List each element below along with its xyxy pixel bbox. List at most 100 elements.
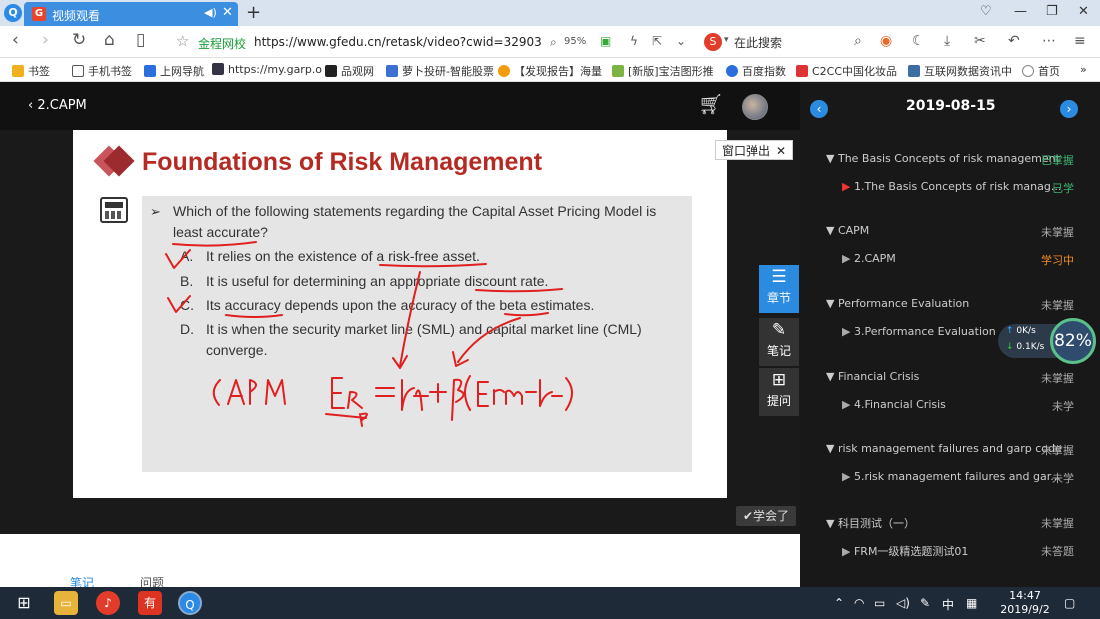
app-icon[interactable]: 有: [138, 591, 162, 615]
tab-close-icon[interactable]: ✕: [222, 5, 233, 20]
bookmark-item[interactable]: 首页: [1022, 63, 1060, 79]
browser-taskbar-icon[interactable]: Q: [178, 591, 202, 615]
avatar[interactable]: [742, 94, 768, 120]
minimize-icon[interactable]: —: [1014, 4, 1027, 19]
cart-icon[interactable]: 🛒︎: [698, 92, 723, 116]
site-identity: 金程网校: [198, 37, 247, 51]
zoom-icon[interactable]: ⌕: [550, 35, 557, 50]
browser-logo-icon[interactable]: Q: [4, 4, 22, 22]
browser-tab[interactable]: G 视频观看 ◀) ✕: [24, 2, 238, 26]
lesson-status: 未学: [1052, 400, 1074, 413]
netease-music-icon[interactable]: ♪: [96, 591, 120, 615]
back-link[interactable]: ‹ 2.CAPM: [28, 98, 87, 113]
chapter-status: 已掌握: [1041, 154, 1074, 167]
home-icon[interactable]: ⌂: [104, 30, 115, 50]
check-icon: ✔: [742, 509, 754, 523]
next-date-icon[interactable]: ›: [1060, 100, 1078, 118]
share-icon[interactable]: ⇱: [652, 34, 662, 48]
chapter-title[interactable]: ▼ 科目测试（一）: [826, 515, 915, 531]
keyboard-icon[interactable]: ▦: [966, 596, 977, 610]
bookmark-item[interactable]: 萝卜投研-智能股票: [386, 63, 494, 79]
zoom-level[interactable]: 95%: [564, 36, 586, 47]
chapter-title[interactable]: ▼ The Basis Concepts of risk management: [826, 152, 1060, 165]
flash-icon[interactable]: ϟ: [630, 34, 638, 48]
bookmark-item[interactable]: 上网导航: [144, 63, 204, 79]
bookmark-item[interactable]: 百度指数: [726, 63, 786, 79]
play-icon: ▶: [842, 252, 854, 265]
download-icon[interactable]: ⤓: [944, 33, 950, 49]
tool-ask[interactable]: ⊞ 提问: [759, 368, 799, 416]
bookmark-item[interactable]: 品观网: [325, 63, 374, 79]
more-icon[interactable]: ⋯: [1042, 33, 1056, 49]
menu-icon[interactable]: ≡: [1074, 33, 1086, 49]
reader-icon[interactable]: ▣: [600, 34, 611, 48]
bookmark-item[interactable]: 手机书签: [72, 63, 132, 79]
caret-down-icon: ▼: [826, 152, 838, 165]
star-icon: [12, 65, 24, 77]
undo-icon[interactable]: ↶: [1008, 33, 1020, 49]
clock[interactable]: 14:47 2019/9/2: [1000, 589, 1050, 617]
close-icon[interactable]: ✕: [776, 141, 786, 161]
reading-mode-icon[interactable]: ▯: [136, 30, 145, 50]
phone-icon: [72, 65, 84, 77]
chevron-left-icon: ‹: [28, 98, 38, 113]
bookmark-item[interactable]: 互联网数据资讯中: [908, 63, 1012, 79]
bookmark-item[interactable]: [新版]宝洁图形推: [612, 63, 714, 79]
ime-indicator[interactable]: 中: [942, 596, 954, 613]
night-mode-icon[interactable]: ☾: [912, 33, 925, 49]
tray-chevron-up-icon[interactable]: ⌃: [834, 596, 844, 610]
prev-date-icon[interactable]: ‹: [810, 100, 828, 118]
lesson-item[interactable]: ▶ 1.The Basis Concepts of risk manag...: [842, 180, 1061, 193]
reload-icon[interactable]: ↻: [72, 30, 86, 50]
lesson-item[interactable]: ▶ 2.CAPM: [842, 252, 896, 265]
pen-icon[interactable]: ✎: [920, 596, 930, 610]
chapter-title[interactable]: ▼ Financial Crisis: [826, 370, 919, 383]
question-text: Which of the following statements regard…: [173, 203, 657, 240]
url-text[interactable]: https://www.gfedu.cn/retask/video?cwid=3…: [254, 35, 542, 49]
tool-notes[interactable]: ✎ 笔记: [759, 318, 799, 366]
globe-icon: [1022, 65, 1034, 77]
bookmark-item[interactable]: 【发现报告】海量: [498, 63, 602, 79]
bookmark-item[interactable]: https://my.garp.o: [212, 63, 322, 76]
wifi-icon[interactable]: ◠: [854, 596, 864, 610]
search-engine-dropdown-icon[interactable]: ▾: [724, 35, 729, 45]
forward-icon[interactable]: ›: [42, 30, 49, 50]
lesson-item[interactable]: ▶ 3.Performance Evaluation: [842, 325, 996, 338]
learned-button[interactable]: ✔学会了: [736, 506, 796, 526]
chapter-title[interactable]: ▼ Performance Evaluation: [826, 297, 969, 310]
chevron-down-icon[interactable]: ⌄: [676, 34, 686, 48]
bookmark-item[interactable]: C2CC中国化妆品: [796, 63, 897, 79]
bookmark-item[interactable]: 书签: [12, 63, 50, 79]
new-tab-button[interactable]: +: [246, 2, 261, 23]
more-bookmarks-icon[interactable]: »: [1080, 63, 1087, 76]
popup-window-button[interactable]: 窗口弹出 ✕: [715, 140, 793, 160]
battery-icon[interactable]: ▭: [874, 596, 885, 610]
network-speed-widget[interactable]: ↑ 0K/s ↓ 0.1K/s 82%: [998, 318, 1098, 364]
back-icon[interactable]: ‹: [12, 30, 19, 50]
restore-icon[interactable]: ❐: [1046, 4, 1058, 19]
lesson-item[interactable]: ▶ FRM一级精选题测试01: [842, 543, 968, 559]
scissors-icon[interactable]: ✂: [974, 33, 986, 49]
search-engine-icon[interactable]: S: [704, 33, 722, 51]
site-icon: [498, 65, 510, 77]
lesson-item[interactable]: ▶ 5.risk management failures and gar...: [842, 470, 1061, 483]
chapter-title[interactable]: ▼ risk management failures and garp code: [826, 442, 1062, 455]
lesson-item[interactable]: ▶ 4.Financial Crisis: [842, 398, 946, 411]
tool-chapters[interactable]: ☰ 章节: [759, 265, 799, 313]
search-placeholder[interactable]: 在此搜索: [734, 34, 782, 51]
chapter-status: 未掌握: [1041, 226, 1074, 239]
search-icon[interactable]: ⌕: [854, 33, 862, 49]
url-field[interactable]: ☆ 金程网校 https://www.gfedu.cn/retask/video…: [172, 30, 542, 54]
close-window-icon[interactable]: ✕: [1078, 4, 1089, 19]
windows-start-icon[interactable]: ⊞: [12, 591, 36, 615]
shirt-skin-icon[interactable]: ♡: [980, 4, 992, 19]
speaker-icon[interactable]: ◀): [204, 6, 217, 19]
notification-icon[interactable]: ▢: [1064, 596, 1075, 610]
volume-icon[interactable]: ◁): [896, 596, 910, 610]
caret-down-icon: ▼: [826, 517, 838, 530]
file-explorer-icon[interactable]: ▭: [54, 591, 78, 615]
chapter-title[interactable]: ▼ CAPM: [826, 224, 869, 237]
bookmark-star-icon[interactable]: ☆: [176, 32, 189, 50]
chapter-status: 未掌握: [1041, 444, 1074, 457]
game-icon[interactable]: ◉: [880, 33, 892, 49]
